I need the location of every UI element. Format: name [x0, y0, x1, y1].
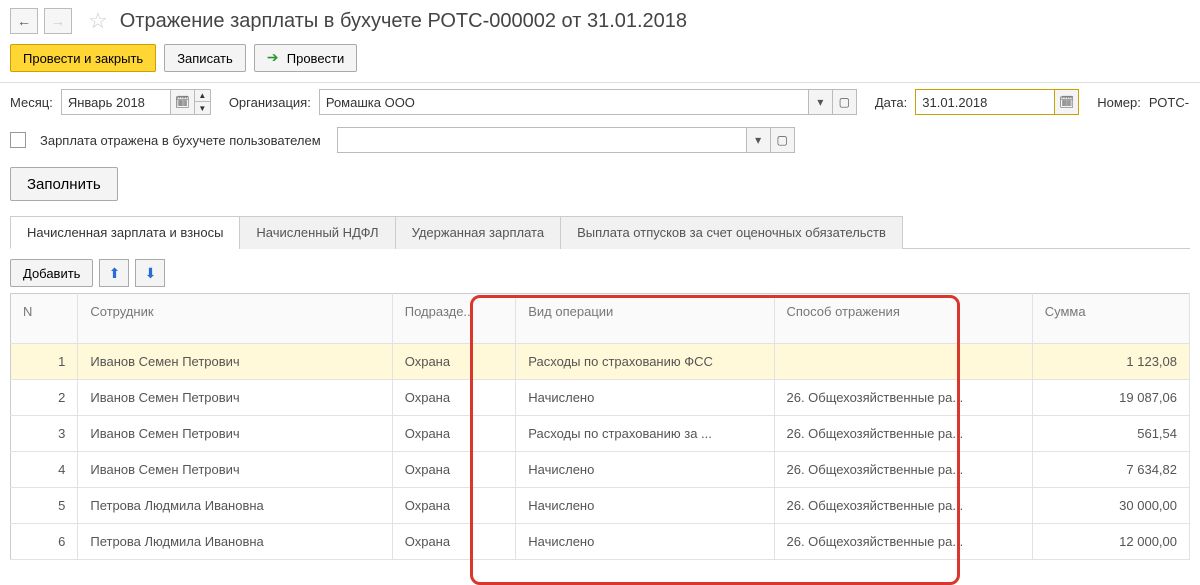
cell-col-dep[interactable]: Охрана — [392, 452, 516, 488]
cell-col-ref[interactable]: 26. Общехозяйственные ра... — [774, 524, 1032, 560]
org-dropdown-icon[interactable]: ▾ — [809, 89, 833, 115]
cell-col-sum[interactable]: 1 123,08 — [1032, 344, 1189, 380]
move-down-button[interactable]: ⬇ — [135, 259, 165, 287]
cell-col-n[interactable]: 5 — [11, 488, 78, 524]
org-input[interactable]: Ромашка ООО — [319, 89, 809, 115]
col-sum[interactable]: Сумма — [1032, 294, 1189, 344]
nav-forward-button[interactable]: → — [44, 8, 72, 34]
cell-col-ref[interactable] — [774, 344, 1032, 380]
number-label: Номер: — [1097, 95, 1141, 110]
page-title: Отражение зарплаты в бухучете РОТС-00000… — [120, 10, 687, 33]
month-input[interactable]: Январь 2018 — [61, 89, 171, 115]
fill-button[interactable]: Заполнить — [10, 167, 118, 201]
stepper-up-icon[interactable]: ▲ — [195, 89, 211, 102]
cell-col-emp[interactable]: Иванов Семен Петрович — [78, 380, 392, 416]
cell-col-emp[interactable]: Иванов Семен Петрович — [78, 416, 392, 452]
accruals-table: N Сотрудник Подразде... Вид операции Спо… — [10, 293, 1190, 560]
post-and-close-button[interactable]: Провести и закрыть — [10, 44, 156, 72]
nav-back-button[interactable]: ← — [10, 8, 38, 34]
post-arrow-icon — [267, 51, 281, 65]
add-row-button[interactable]: Добавить — [10, 259, 93, 287]
col-employee[interactable]: Сотрудник — [78, 294, 392, 344]
reflected-open-icon[interactable]: ▢ — [771, 127, 795, 153]
reflected-user-input[interactable] — [337, 127, 747, 153]
save-button[interactable]: Записать — [164, 44, 246, 72]
number-value: РОТС- — [1149, 95, 1189, 110]
cell-col-emp[interactable]: Иванов Семен Петрович — [78, 344, 392, 380]
cell-col-emp[interactable]: Петрова Людмила Ивановна — [78, 524, 392, 560]
month-stepper[interactable]: ▲ ▼ — [195, 89, 211, 115]
cell-col-dep[interactable]: Охрана — [392, 416, 516, 452]
date-label: Дата: — [875, 95, 907, 110]
col-reflection[interactable]: Способ отражения — [774, 294, 1032, 344]
cell-col-sum[interactable]: 561,54 — [1032, 416, 1189, 452]
table-row[interactable]: 5Петрова Людмила ИвановнаОхранаНачислено… — [11, 488, 1190, 524]
cell-col-sum[interactable]: 7 634,82 — [1032, 452, 1189, 488]
cell-col-ref[interactable]: 26. Общехозяйственные ра... — [774, 380, 1032, 416]
table-row[interactable]: 1Иванов Семен ПетровичОхранаРасходы по с… — [11, 344, 1190, 380]
cell-col-sum[interactable]: 12 000,00 — [1032, 524, 1189, 560]
tab-ndfl[interactable]: Начисленный НДФЛ — [239, 216, 395, 249]
cell-col-op[interactable]: Расходы по страхованию за ... — [516, 416, 774, 452]
col-n[interactable]: N — [11, 294, 78, 344]
date-calendar-icon[interactable]: 🗓 — [1055, 89, 1079, 115]
cell-col-ref[interactable]: 26. Общехозяйственные ра... — [774, 488, 1032, 524]
table-header-row: N Сотрудник Подразде... Вид операции Спо… — [11, 294, 1190, 344]
cell-col-n[interactable]: 2 — [11, 380, 78, 416]
tab-vacation[interactable]: Выплата отпусков за счет оценочных обяза… — [560, 216, 903, 249]
reflected-label: Зарплата отражена в бухучете пользовател… — [40, 133, 321, 148]
cell-col-dep[interactable]: Охрана — [392, 524, 516, 560]
cell-col-sum[interactable]: 30 000,00 — [1032, 488, 1189, 524]
reflected-dropdown-icon[interactable]: ▾ — [747, 127, 771, 153]
table-row[interactable]: 3Иванов Семен ПетровичОхранаРасходы по с… — [11, 416, 1190, 452]
cell-col-n[interactable]: 1 — [11, 344, 78, 380]
cell-col-dep[interactable]: Охрана — [392, 380, 516, 416]
cell-col-sum[interactable]: 19 087,06 — [1032, 380, 1189, 416]
cell-col-op[interactable]: Начислено — [516, 488, 774, 524]
table-row[interactable]: 6Петрова Людмила ИвановнаОхранаНачислено… — [11, 524, 1190, 560]
cell-col-op[interactable]: Расходы по страхованию ФСС — [516, 344, 774, 380]
cell-col-op[interactable]: Начислено — [516, 524, 774, 560]
col-department[interactable]: Подразде... — [392, 294, 516, 344]
col-operation[interactable]: Вид операции — [516, 294, 774, 344]
cell-col-emp[interactable]: Петрова Людмила Ивановна — [78, 488, 392, 524]
cell-col-op[interactable]: Начислено — [516, 380, 774, 416]
cell-col-n[interactable]: 4 — [11, 452, 78, 488]
month-calendar-icon[interactable]: 🗓 — [171, 89, 195, 115]
tab-withheld[interactable]: Удержанная зарплата — [395, 216, 561, 249]
cell-col-op[interactable]: Начислено — [516, 452, 774, 488]
post-button-label: Провести — [287, 51, 345, 66]
stepper-down-icon[interactable]: ▼ — [195, 102, 211, 115]
cell-col-ref[interactable]: 26. Общехозяйственные ра... — [774, 416, 1032, 452]
reflected-checkbox[interactable] — [10, 132, 26, 148]
cell-col-emp[interactable]: Иванов Семен Петрович — [78, 452, 392, 488]
cell-col-n[interactable]: 6 — [11, 524, 78, 560]
cell-col-dep[interactable]: Охрана — [392, 344, 516, 380]
cell-col-n[interactable]: 3 — [11, 416, 78, 452]
cell-col-ref[interactable]: 26. Общехозяйственные ра... — [774, 452, 1032, 488]
move-up-button[interactable]: ⬆ — [99, 259, 129, 287]
post-button[interactable]: Провести — [254, 44, 358, 72]
cell-col-dep[interactable]: Охрана — [392, 488, 516, 524]
table-row[interactable]: 2Иванов Семен ПетровичОхранаНачислено26.… — [11, 380, 1190, 416]
date-input[interactable]: 31.01.2018 — [915, 89, 1055, 115]
favorite-star-icon[interactable]: ☆ — [88, 8, 108, 34]
month-label: Месяц: — [10, 95, 53, 110]
tab-accrued-salary[interactable]: Начисленная зарплата и взносы — [10, 216, 240, 249]
tab-bar: Начисленная зарплата и взносы Начисленны… — [10, 215, 1190, 249]
table-row[interactable]: 4Иванов Семен ПетровичОхранаНачислено26.… — [11, 452, 1190, 488]
org-open-icon[interactable]: ▢ — [833, 89, 857, 115]
org-label: Организация: — [229, 95, 311, 110]
